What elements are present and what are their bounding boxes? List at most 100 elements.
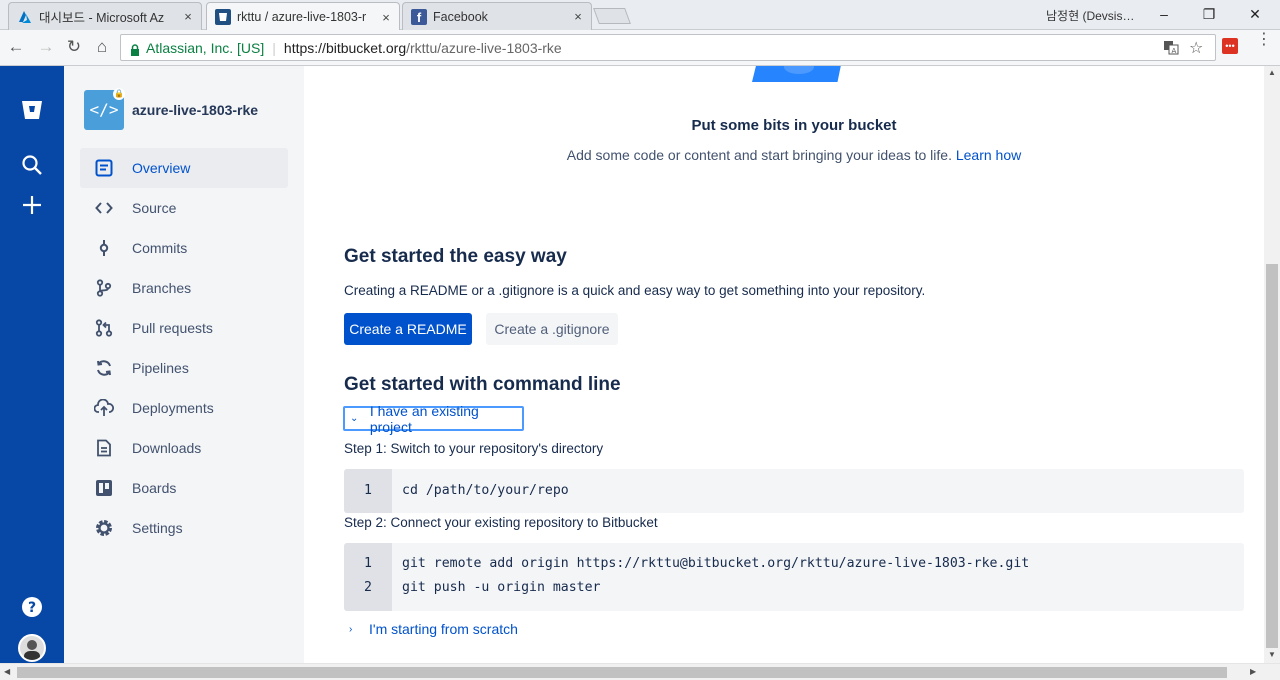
sidebar-item-settings[interactable]: Settings: [80, 508, 288, 548]
empty-repo-subtitle-text: Add some code or content and start bring…: [566, 147, 952, 163]
scratch-toggle[interactable]: › I'm starting from scratch: [344, 621, 518, 637]
search-icon[interactable]: [20, 154, 44, 178]
sidebar-item-pipelines[interactable]: Pipelines: [80, 348, 288, 388]
secure-origin-label: Atlassian, Inc. [US]: [146, 39, 265, 56]
browser-tab-bitbucket[interactable]: rkttu / azure-live-1803-r ×: [206, 2, 400, 31]
code-text: cd /path/to/your/repo: [402, 483, 569, 498]
step1-code-block[interactable]: 1 cd /path/to/your/repo: [344, 469, 1244, 513]
browser-tab-facebook[interactable]: f Facebook ×: [402, 2, 592, 30]
repository-sidebar: </> 🔒 azure-live-1803-rke Overview Sourc…: [64, 66, 304, 663]
private-lock-icon: 🔒: [113, 88, 125, 100]
overview-icon: [94, 158, 114, 178]
svg-text:A: A: [1172, 47, 1177, 55]
omnibox-separator: |: [272, 39, 276, 56]
create-readme-button[interactable]: Create a README: [344, 313, 472, 345]
easy-way-heading: Get started the easy way: [344, 246, 567, 267]
chevron-down-icon: ⌄: [350, 413, 359, 424]
tab-close-icon[interactable]: ×: [181, 9, 195, 24]
back-button[interactable]: ←: [6, 37, 26, 57]
sidebar-item-label: Commits: [132, 240, 188, 256]
sidebar-item-pull-requests[interactable]: Pull requests: [80, 308, 288, 348]
lock-icon: [130, 43, 140, 56]
scroll-left-icon[interactable]: ◀: [4, 667, 10, 676]
line-number: 1: [364, 483, 372, 498]
vertical-scrollbar[interactable]: ▲ ▼: [1264, 66, 1280, 663]
sidebar-item-label: Pull requests: [132, 320, 213, 336]
commits-icon: [94, 238, 114, 258]
sidebar-item-label: Downloads: [132, 440, 202, 456]
sidebar-item-label: Source: [132, 200, 177, 216]
minimize-window-button[interactable]: –: [1150, 4, 1178, 24]
code-line: 2 git push -u origin master: [344, 576, 1244, 600]
line-number: 1: [364, 556, 372, 571]
scroll-down-icon[interactable]: ▼: [1268, 650, 1276, 659]
reload-button[interactable]: ↻: [64, 37, 84, 57]
address-bar[interactable]: Atlassian, Inc. [US] | https://bitbucket…: [120, 34, 1216, 61]
sidebar-item-commits[interactable]: Commits: [80, 228, 288, 268]
scroll-up-icon[interactable]: ▲: [1268, 68, 1276, 77]
pipelines-icon: [94, 358, 114, 378]
deployments-icon: [94, 398, 114, 418]
source-icon: [94, 198, 114, 218]
bitbucket-icon: [215, 9, 231, 25]
pull-requests-icon: [94, 318, 114, 338]
bookmark-star-icon[interactable]: ☆: [1189, 38, 1207, 57]
tab-close-icon[interactable]: ×: [571, 9, 585, 24]
repository-overview-content: Put some bits in your bucket Add some co…: [304, 66, 1264, 663]
step1-label: Step 1: Switch to your repository's dire…: [344, 441, 604, 456]
sidebar-item-label: Boards: [132, 480, 177, 496]
downloads-icon: [94, 438, 114, 458]
browser-tab-azure[interactable]: 대시보드 - Microsoft Az ×: [8, 2, 202, 30]
existing-project-toggle[interactable]: ⌄ I have an existing project: [343, 403, 524, 435]
home-button[interactable]: ⌂: [92, 37, 112, 57]
help-icon[interactable]: ?: [20, 596, 44, 620]
existing-project-label: I have an existing project: [369, 402, 479, 435]
forward-button[interactable]: →: [36, 37, 56, 57]
browser-toolbar: ← → ↻ ⌂ Atlassian, Inc. [US] | https://b…: [0, 30, 1280, 66]
sidebar-item-label: Pipelines: [132, 360, 189, 376]
chevron-right-icon: ›: [349, 623, 353, 635]
browser-menu-icon[interactable]: ⋮: [1256, 32, 1272, 48]
sidebar-item-label: Settings: [132, 520, 183, 536]
create-plus-icon[interactable]: [20, 194, 44, 218]
horizontal-scroll-thumb[interactable]: [17, 667, 1227, 678]
restore-window-button[interactable]: ❐: [1195, 4, 1223, 24]
code-text: git push -u origin master: [402, 580, 601, 595]
facebook-icon: f: [411, 8, 427, 25]
code-line: 1 cd /path/to/your/repo: [344, 479, 1244, 503]
vertical-scroll-thumb[interactable]: [1266, 264, 1278, 648]
global-navigation: ?: [0, 66, 64, 663]
create-gitignore-button[interactable]: Create a .gitignore: [486, 313, 618, 345]
azure-icon: [17, 9, 33, 25]
sidebar-item-source[interactable]: Source: [80, 188, 288, 228]
url-path: /rkttu/azure-live-1803-rke: [406, 39, 562, 56]
scroll-right-icon[interactable]: ▶: [1250, 667, 1256, 676]
svg-text:?: ?: [28, 600, 36, 616]
tab-title: rkttu / azure-live-1803-r: [237, 10, 367, 24]
sidebar-item-label: Overview: [132, 160, 191, 176]
avatar-icon[interactable]: [18, 634, 46, 662]
bitbucket-logo-icon[interactable]: [20, 98, 44, 122]
browser-profile-name[interactable]: 남정현 (Devsis…: [1046, 7, 1134, 24]
url-host: https://bitbucket.org: [283, 39, 407, 56]
extension-icon[interactable]: •••: [1222, 38, 1238, 54]
sidebar-item-branches[interactable]: Branches: [80, 268, 288, 308]
sidebar-item-label: Branches: [132, 280, 192, 296]
translate-icon[interactable]: A: [1163, 39, 1181, 57]
close-window-button[interactable]: ✕: [1241, 4, 1269, 24]
learn-how-link[interactable]: Learn how: [956, 147, 1021, 163]
tab-close-icon[interactable]: ×: [379, 10, 393, 25]
scratch-label: I'm starting from scratch: [369, 621, 518, 637]
sidebar-item-overview[interactable]: Overview: [80, 148, 288, 188]
code-text: git remote add origin https://rkttu@bitb…: [402, 556, 1030, 571]
tab-title: Facebook: [433, 9, 488, 24]
repository-name[interactable]: azure-live-1803-rke: [132, 102, 258, 118]
horizontal-scrollbar[interactable]: ◀ ▶: [0, 663, 1280, 680]
new-tab-button[interactable]: [593, 8, 631, 24]
step2-code-block[interactable]: 1 git remote add origin https://rkttu@bi…: [344, 543, 1244, 611]
sidebar-item-boards[interactable]: Boards: [80, 468, 288, 508]
sidebar-item-downloads[interactable]: Downloads: [80, 428, 288, 468]
sidebar-item-deployments[interactable]: Deployments: [80, 388, 288, 428]
branches-icon: [94, 278, 114, 298]
tab-title: 대시보드 - Microsoft Az: [39, 11, 165, 25]
